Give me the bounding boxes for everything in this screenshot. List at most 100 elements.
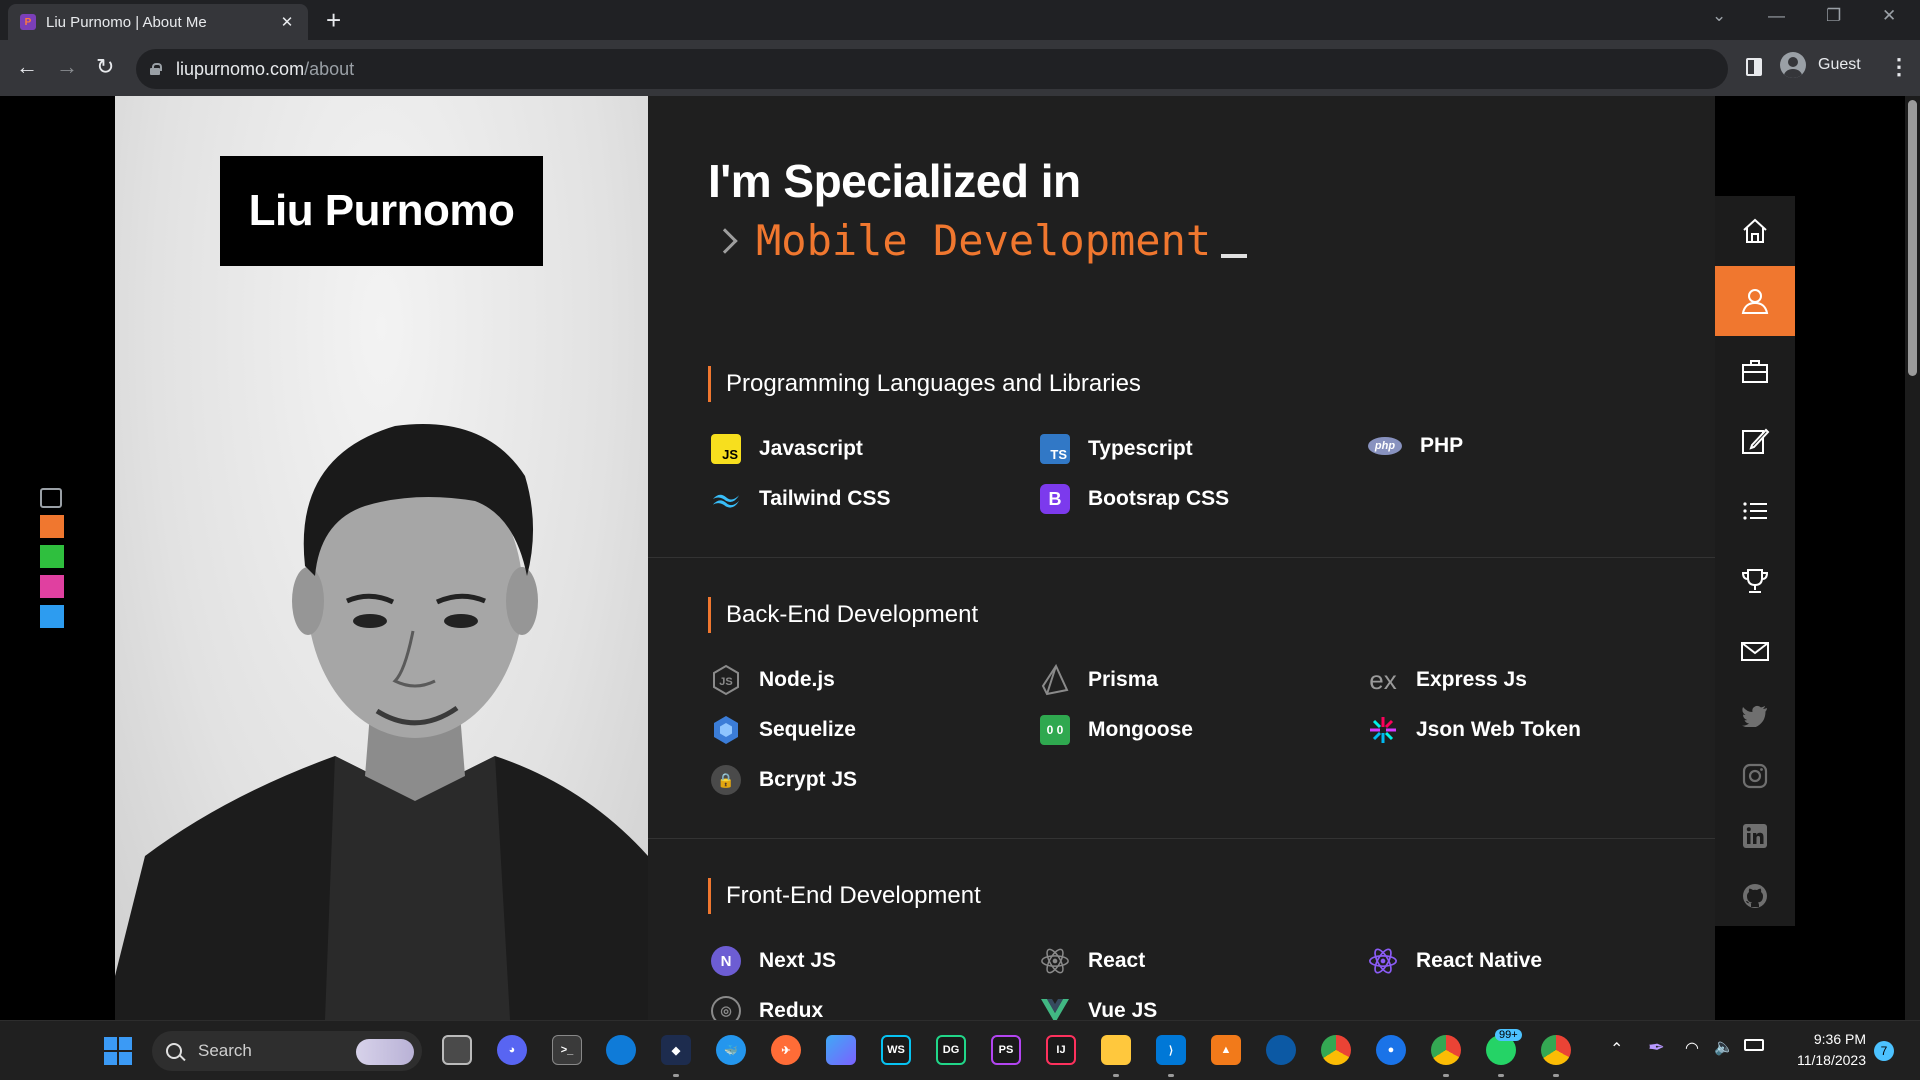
edit-icon bbox=[1742, 428, 1770, 454]
skill-bootstrap: B Bootsrap CSS bbox=[1040, 484, 1229, 514]
start-icon[interactable] bbox=[104, 1037, 132, 1065]
minimize-button[interactable]: — bbox=[1768, 6, 1785, 26]
tab-title: Liu Purnomo | About Me bbox=[46, 13, 207, 31]
running-indicator bbox=[1113, 1074, 1119, 1077]
theme-swatch-blue[interactable] bbox=[40, 605, 64, 628]
webstorm-icon[interactable]: WS bbox=[881, 1035, 911, 1065]
skill-label: Next JS bbox=[759, 949, 837, 972]
edge-icon[interactable] bbox=[1266, 1035, 1296, 1065]
skill-label: Redux bbox=[759, 999, 824, 1020]
skill-label: Vue JS bbox=[1088, 999, 1158, 1020]
notification-badge[interactable]: 7 bbox=[1874, 1041, 1894, 1061]
skill-label: Tailwind CSS bbox=[759, 487, 891, 510]
lock-icon[interactable] bbox=[150, 63, 162, 75]
clock-date[interactable]: 11/18/2023 bbox=[1780, 1052, 1866, 1068]
nav-achievements[interactable] bbox=[1715, 546, 1795, 616]
bootstrap-icon: B bbox=[1040, 484, 1070, 514]
section-divider bbox=[648, 557, 1715, 558]
nav-resume[interactable] bbox=[1715, 476, 1795, 546]
skill-label: Express Js bbox=[1416, 668, 1527, 691]
svg-text:JS: JS bbox=[719, 676, 732, 688]
social-twitter[interactable] bbox=[1715, 686, 1795, 746]
battery-icon[interactable] bbox=[1744, 1039, 1764, 1051]
nav-blog[interactable] bbox=[1715, 406, 1795, 476]
windows-taskbar: Search ◕ >_ ◆ 🐳 ✈ WS DG PS IJ ⟩ ▲ ● 99+ … bbox=[0, 1020, 1920, 1080]
restore-button[interactable]: ❐ bbox=[1826, 6, 1841, 26]
chrome-icon[interactable] bbox=[1321, 1035, 1351, 1065]
app-icon[interactable]: ▲ bbox=[1211, 1035, 1241, 1065]
maps-icon[interactable]: ● bbox=[1376, 1035, 1406, 1065]
skill-tailwind: Tailwind CSS bbox=[711, 484, 890, 514]
running-indicator bbox=[1168, 1074, 1174, 1077]
terminal-icon[interactable]: >_ bbox=[552, 1035, 582, 1065]
palette-icon[interactable] bbox=[40, 488, 62, 508]
theme-swatch-green[interactable] bbox=[40, 545, 64, 568]
reload-button[interactable]: ↻ bbox=[96, 54, 114, 80]
new-tab-button[interactable]: + bbox=[326, 6, 341, 34]
chrome-guest-icon[interactable] bbox=[1541, 1035, 1571, 1065]
vscode-icon[interactable]: ⟩ bbox=[1156, 1035, 1186, 1065]
docker-icon[interactable]: 🐳 bbox=[716, 1035, 746, 1065]
skill-express: ex Express Js bbox=[1368, 665, 1527, 695]
typed-text: Mobile Development bbox=[756, 216, 1212, 265]
browser-tab[interactable]: P Liu Purnomo | About Me ✕ bbox=[8, 4, 308, 40]
close-window-button[interactable]: ✕ bbox=[1882, 6, 1896, 26]
running-indicator bbox=[1553, 1074, 1559, 1077]
back-button[interactable]: ← bbox=[16, 54, 38, 80]
nav-portfolio[interactable] bbox=[1715, 336, 1795, 406]
section-title-frontend: Front-End Development bbox=[708, 878, 981, 914]
redux-icon: ◎ bbox=[711, 996, 741, 1020]
skill-react-native: React Native bbox=[1368, 946, 1542, 976]
address-bar[interactable]: liupurnomo.com /about bbox=[136, 49, 1728, 89]
skill-label: Bootsrap CSS bbox=[1088, 487, 1230, 510]
phpstorm-icon[interactable]: PS bbox=[991, 1035, 1021, 1065]
side-navigation bbox=[1715, 196, 1795, 926]
tab-search-button[interactable]: ⌄ bbox=[1712, 6, 1726, 26]
theme-swatch-orange[interactable] bbox=[40, 515, 64, 538]
volume-icon[interactable]: 🔈 bbox=[1714, 1037, 1734, 1057]
browser-menu-button[interactable]: ⋮ bbox=[1888, 54, 1910, 80]
skill-redux: ◎ Redux bbox=[711, 996, 823, 1020]
trophy-icon bbox=[1741, 569, 1769, 593]
nav-home[interactable] bbox=[1715, 196, 1795, 266]
forward-button[interactable]: → bbox=[56, 54, 78, 80]
skill-label: Javascript bbox=[759, 437, 863, 460]
sourcetree-icon[interactable]: ◆ bbox=[661, 1035, 691, 1065]
file-explorer-icon[interactable] bbox=[1101, 1035, 1131, 1065]
page-scrollbar[interactable] bbox=[1905, 96, 1920, 1020]
edge-dev-icon[interactable] bbox=[606, 1035, 636, 1065]
scrollbar-thumb[interactable] bbox=[1908, 100, 1917, 376]
postman-icon[interactable]: ✈ bbox=[771, 1035, 801, 1065]
nav-about[interactable] bbox=[1715, 266, 1795, 336]
taskbar-search[interactable]: Search bbox=[152, 1031, 422, 1071]
wifi-icon[interactable]: ◠ bbox=[1685, 1038, 1699, 1058]
social-github[interactable] bbox=[1715, 866, 1795, 926]
intellij-icon[interactable]: IJ bbox=[1046, 1035, 1076, 1065]
pen-icon[interactable]: ✒ bbox=[1648, 1035, 1665, 1060]
discord-icon[interactable]: ◕ bbox=[497, 1035, 527, 1065]
profile-button[interactable]: Guest bbox=[1780, 52, 1861, 78]
whatsapp-badge: 99+ bbox=[1495, 1029, 1522, 1041]
linkedin-icon bbox=[1743, 824, 1767, 848]
skill-label: Node.js bbox=[759, 668, 835, 691]
chevron-up-icon[interactable]: ⌃ bbox=[1610, 1039, 1623, 1059]
social-instagram[interactable] bbox=[1715, 746, 1795, 806]
chrome-profile-icon[interactable] bbox=[1431, 1035, 1461, 1065]
name-card: Liu Purnomo bbox=[220, 156, 543, 266]
clock-time[interactable]: 9:36 PM bbox=[1780, 1031, 1866, 1047]
skill-javascript: JS Javascript bbox=[711, 434, 863, 464]
task-view-icon[interactable] bbox=[442, 1035, 472, 1065]
list-icon bbox=[1743, 502, 1767, 520]
tab-close-button[interactable]: ✕ bbox=[278, 13, 296, 31]
running-indicator bbox=[1498, 1074, 1504, 1077]
nav-contact[interactable] bbox=[1715, 616, 1795, 686]
datagrip-icon[interactable]: DG bbox=[936, 1035, 966, 1065]
typed-specialty: Mobile Development bbox=[712, 216, 1248, 265]
theme-swatch-pink[interactable] bbox=[40, 575, 64, 598]
notes-icon[interactable] bbox=[826, 1035, 856, 1065]
running-indicator bbox=[673, 1074, 679, 1077]
profile-name: Guest bbox=[1818, 56, 1861, 73]
social-linkedin[interactable] bbox=[1715, 806, 1795, 866]
skill-sequelize: Sequelize bbox=[711, 715, 856, 745]
side-panel-icon[interactable] bbox=[1746, 58, 1762, 76]
